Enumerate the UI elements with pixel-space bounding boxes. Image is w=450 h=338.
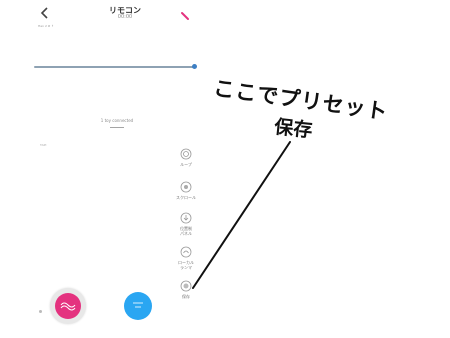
chevron-left-icon — [40, 7, 48, 19]
tool-save-label: 保存 — [182, 294, 190, 299]
flat-pattern-icon — [133, 302, 143, 308]
pencil-icon — [181, 12, 189, 20]
tool-scroll[interactable]: スクロール — [174, 181, 198, 200]
status-divider — [110, 127, 124, 128]
annotation-text-2: 保存 — [273, 115, 314, 142]
scroll-icon — [180, 181, 192, 193]
intensity-slider-thumb[interactable] — [192, 64, 197, 69]
blue-pattern-button[interactable] — [124, 292, 152, 320]
tool-scroll-label: スクロール — [176, 195, 196, 200]
page-indicator — [39, 310, 42, 313]
tool-loop-label: ループ — [180, 162, 192, 167]
timer-text: 00:00 — [117, 14, 133, 20]
touch-panel-icon — [180, 212, 192, 224]
tool-loop[interactable]: ループ — [174, 148, 198, 167]
tool-save[interactable]: 保存 — [174, 280, 198, 299]
local-icon — [180, 246, 192, 258]
tool-local-label: ローカル ランマ — [178, 260, 194, 270]
mode-label: Han 2 # ↑ — [38, 24, 54, 28]
back-button[interactable] — [38, 6, 52, 20]
wave-icon — [180, 148, 192, 160]
intensity-slider-track[interactable] — [34, 65, 194, 68]
tool-touch-panel-label: 位置制 パネル — [180, 226, 192, 236]
pink-pattern-button[interactable] — [50, 288, 86, 324]
section-label: TAPI — [40, 143, 47, 147]
pink-button-face — [55, 293, 81, 319]
connection-status: 1 toy connected — [100, 118, 134, 123]
wave-pattern-icon — [60, 302, 76, 311]
tool-local[interactable]: ローカル ランマ — [174, 246, 198, 270]
tool-touch-panel[interactable]: 位置制 パネル — [174, 212, 198, 236]
remote-screen: リモコン 00:00 Han 2 # ↑ 1 toy connected TAP… — [0, 0, 450, 338]
edit-button[interactable] — [180, 6, 190, 20]
save-icon — [180, 280, 192, 292]
